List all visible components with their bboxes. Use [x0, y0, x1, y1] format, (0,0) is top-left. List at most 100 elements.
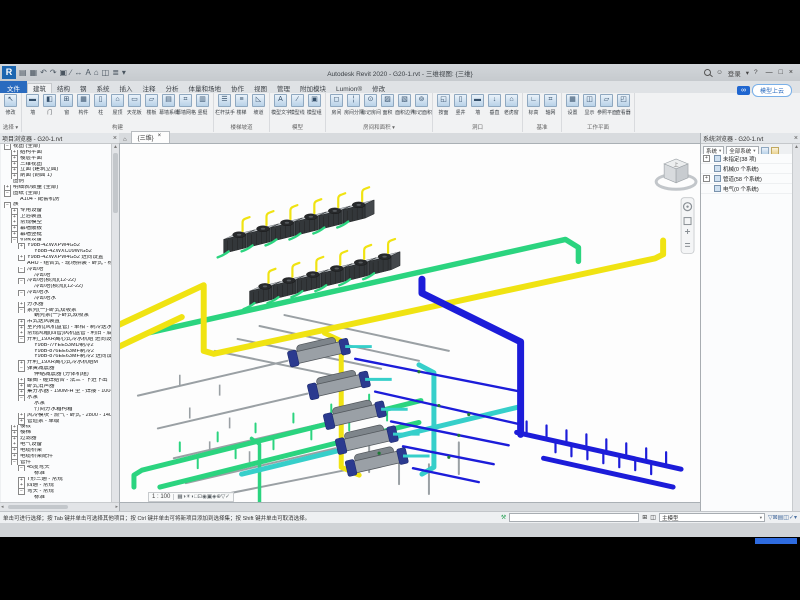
ribbon-button[interactable]: ↓垂直 [486, 94, 503, 116]
ribbon-button[interactable]: ▨面积 [379, 94, 396, 116]
ribbon-panel-label[interactable]: 房间和面积 ▾ [328, 123, 430, 132]
window-control-button[interactable]: × [786, 69, 796, 76]
scale-button[interactable]: 1 : 100 [152, 494, 174, 500]
close-icon[interactable]: × [113, 135, 117, 142]
expander-icon[interactable] [4, 191, 11, 197]
qat-icon[interactable]: ▦ [30, 68, 38, 77]
expander-icon[interactable] [18, 308, 25, 314]
ribbon-button[interactable]: ▣模型组 [306, 94, 323, 116]
ribbon-panel-label[interactable]: 选择 ▾ [2, 123, 19, 132]
expander-icon[interactable] [4, 144, 11, 150]
ribbon-button[interactable]: ▦构件 [75, 94, 92, 116]
ribbon-button[interactable]: ↖修改 [2, 94, 19, 116]
project-browser-vscrollbar[interactable]: ▲ [111, 144, 119, 503]
ribbon-panel-label[interactable]: 模型 [272, 123, 323, 132]
ribbon-panel-label[interactable]: 基准 [525, 123, 559, 132]
qat-icon[interactable]: ∕ [70, 68, 71, 77]
qat-icon[interactable]: A [85, 68, 90, 77]
ribbon-button[interactable]: ◧门 [41, 94, 58, 116]
worksets-icon[interactable]: ⚒ [501, 514, 506, 521]
expander-icon[interactable] [18, 395, 25, 401]
ribbon-panel-label[interactable]: 构建 [24, 123, 211, 132]
ribbon-button[interactable]: ≡楼梯 [233, 94, 250, 116]
system-row[interactable]: 机械(0 个系统) [701, 164, 793, 174]
qat-icon[interactable]: ⌂ [94, 68, 99, 77]
expander-icon[interactable] [18, 278, 25, 284]
qat-icon[interactable]: ▤ [19, 68, 27, 77]
ribbon-button[interactable]: ▥竖梃 [194, 94, 211, 116]
ribbon-button[interactable]: ▭天花板 [126, 94, 143, 116]
cloud-upload-button[interactable]: 模型上云 [752, 84, 792, 97]
ribbon-button[interactable]: ⌗轴网 [542, 94, 559, 116]
ribbon-button[interactable]: ⌂老虎窗 [503, 94, 520, 116]
model-canvas[interactable]: 上 1 : 100 ▦◑☀◗□⊡◉▣◈⊕▽✓ [119, 143, 701, 503]
qat-icon[interactable]: ↷ [50, 68, 57, 77]
signin-caret-icon[interactable]: ▾ [746, 69, 749, 77]
project-browser-hscrollbar[interactable]: ◂▸ [0, 502, 119, 511]
ribbon-button[interactable]: ⊞窗 [58, 94, 75, 116]
qat-icon[interactable]: ≣ [112, 68, 119, 77]
ribbon-button[interactable]: ◰查看器 [615, 94, 632, 116]
design-option-select[interactable]: 主模型▾ [659, 513, 765, 522]
navigation-bar[interactable] [681, 198, 694, 254]
expander-icon[interactable] [18, 489, 25, 495]
view-tab[interactable]: {三维} × [131, 131, 171, 143]
ribbon-button[interactable]: ▯柱 [92, 94, 109, 116]
ribbon-button[interactable]: ¦房间分隔 [345, 94, 362, 116]
ribbon-button[interactable]: A模型文字 [272, 94, 289, 116]
expander-icon[interactable] [703, 175, 710, 182]
ribbon-button[interactable]: ▬墙 [24, 94, 41, 116]
system-browser-vscrollbar[interactable]: ▲ [792, 144, 800, 511]
ribbon-button[interactable]: ∕模型线 [289, 94, 306, 116]
tree-item[interactable]: 标准 [1, 495, 112, 501]
ribbon-panel-label[interactable]: 楼梯坡道 [216, 123, 267, 132]
window-control-button[interactable]: □ [776, 69, 786, 76]
cooling-tower-row-back[interactable] [218, 187, 374, 257]
cooling-tower-row-front[interactable] [244, 239, 400, 309]
expander-icon[interactable] [18, 243, 25, 249]
help-icon[interactable]: ? [754, 69, 758, 76]
ribbon-button[interactable]: ∟标高 [525, 94, 542, 116]
ribbon-button[interactable]: ⊚标记面积 [413, 94, 430, 116]
expander-icon[interactable] [4, 202, 11, 208]
qat-icon[interactable]: ▣ [60, 68, 68, 77]
qat-icon[interactable]: ◫ [102, 68, 110, 77]
status-right-icon[interactable]: ▾ [794, 515, 797, 521]
ribbon-button[interactable]: ◫显示 [581, 94, 598, 116]
cloud-badge-icon[interactable]: ∞ [737, 86, 750, 95]
ribbon-button[interactable]: ◱按面 [435, 94, 452, 116]
ribbon-button[interactable]: ▦设置 [564, 94, 581, 116]
system-row[interactable]: 未指定(38 项) [701, 154, 793, 164]
ribbon-button[interactable]: ▧面积边界 [396, 94, 413, 116]
ribbon-button[interactable]: ◺坡道 [250, 94, 267, 116]
ribbon-button[interactable]: ⌗幕墙网格 [177, 94, 194, 116]
expander-icon[interactable] [18, 366, 25, 372]
qat-icon[interactable]: ↶ [40, 68, 47, 77]
view-control-icon[interactable]: ✓ [225, 494, 230, 500]
search-icon[interactable] [704, 69, 711, 76]
viewcube[interactable]: 上 [656, 159, 696, 189]
design-options-icon[interactable]: ◫ [650, 514, 656, 521]
expander-icon[interactable] [18, 290, 25, 296]
ribbon-button[interactable]: ⌂屋顶 [109, 94, 126, 116]
window-control-button[interactable]: — [763, 69, 776, 76]
expander-icon[interactable] [18, 255, 25, 261]
ribbon-panel-label[interactable]: 洞口 [435, 123, 520, 132]
ribbon-button[interactable]: ⊙标记房间 [362, 94, 379, 116]
ribbon-button[interactable]: ▱参照平面 [598, 94, 615, 116]
system-row[interactable]: 电气(0 个系统) [701, 184, 793, 194]
system-row[interactable]: 管道(58 个系统) [701, 174, 793, 184]
expander-icon[interactable] [18, 267, 25, 273]
qat-icon[interactable]: ▾ [122, 68, 126, 77]
expander-icon[interactable] [11, 238, 18, 244]
expander-icon[interactable] [18, 337, 25, 343]
close-icon[interactable]: × [794, 135, 798, 142]
view-tab-close-icon[interactable]: × [158, 133, 162, 142]
workset-box[interactable] [509, 513, 639, 522]
signin-label[interactable]: 登录 [728, 68, 741, 78]
revit-logo[interactable]: R [2, 66, 16, 79]
file-tab[interactable]: 文件 [0, 81, 27, 93]
ribbon-button[interactable]: ◻房间 [328, 94, 345, 116]
ribbon-button[interactable]: ▱楼板 [143, 94, 160, 116]
ribbon-button[interactable]: ▯竖井 [452, 94, 469, 116]
